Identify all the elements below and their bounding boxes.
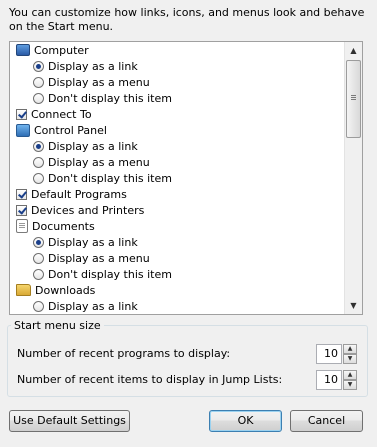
radio-button[interactable] (33, 60, 44, 72)
grip-icon (351, 95, 356, 96)
radio-button[interactable] (33, 140, 44, 152)
jump-list-down-arrow-icon[interactable]: ▼ (343, 380, 357, 390)
jump-list-row: Number of recent items to display in Jum… (17, 370, 357, 390)
list-rows: Computer Display as a link Display as a me… (10, 42, 345, 314)
item-label: Display as a menu (48, 251, 150, 265)
item-label: Display as a link (48, 59, 138, 73)
scroll-up-button[interactable]: ▲ (345, 42, 362, 59)
radio-button[interactable] (33, 156, 44, 168)
list-category[interactable]: Documents (10, 218, 345, 234)
checkbox[interactable] (16, 204, 27, 216)
item-label: Display as a link (48, 139, 138, 153)
list-radio-option[interactable]: Display as a menu (10, 250, 345, 266)
checkbox[interactable] (16, 108, 27, 120)
item-label: Display as a menu (48, 75, 150, 89)
list-radio-option[interactable]: Display as a menu (10, 154, 345, 170)
jump-list-label: Number of recent items to display in Jum… (17, 373, 283, 386)
item-label: Display as a link (48, 235, 138, 249)
computer-icon (16, 44, 30, 56)
item-label: Documents (32, 219, 95, 233)
control-panel-icon (16, 123, 30, 137)
recent-programs-label: Number of recent programs to display: (17, 347, 231, 360)
recent-programs-spinner: 10 ▲ ▼ (316, 344, 357, 364)
radio-button[interactable] (33, 76, 44, 88)
list-checkbox-item[interactable]: Connect To (10, 106, 345, 122)
checkbox[interactable] (16, 188, 27, 200)
group-title: Start menu size (11, 319, 104, 332)
documents-icon (16, 219, 28, 233)
list-checkbox-item[interactable]: Devices and Printers (10, 202, 345, 218)
list-radio-option[interactable]: Don't display this item (10, 266, 345, 282)
recent-programs-down-arrow-icon[interactable]: ▼ (343, 354, 357, 364)
item-label: Don't display this item (48, 267, 172, 281)
radio-button[interactable] (33, 268, 44, 280)
ok-button[interactable]: OK (209, 410, 282, 432)
item-label: Display as a link (48, 299, 138, 313)
radio-button[interactable] (33, 172, 44, 184)
item-label: Downloads (35, 283, 96, 297)
jump-list-up-arrow-icon[interactable]: ▲ (343, 370, 357, 380)
list-category[interactable]: Computer (10, 42, 345, 58)
list-radio-option[interactable]: Display as a link (10, 58, 345, 74)
item-label: Don't display this item (48, 91, 172, 105)
scroll-down-button[interactable]: ▼ (345, 297, 362, 314)
list-checkbox-item[interactable]: Default Programs (10, 186, 345, 202)
start-menu-size-group: Start menu size Number of recent program… (7, 319, 368, 397)
radio-button[interactable] (33, 300, 44, 312)
jump-list-spinner: 10 ▲ ▼ (316, 370, 357, 390)
item-label: Display as a menu (48, 155, 150, 169)
radio-button[interactable] (33, 236, 44, 248)
recent-programs-up-arrow-icon[interactable]: ▲ (343, 344, 357, 354)
item-label: Connect To (31, 107, 92, 121)
instruction-text: You can customize how links, icons, and … (9, 6, 365, 33)
list-category[interactable]: Downloads (10, 282, 345, 298)
vertical-scrollbar[interactable]: ▲ ▼ (344, 42, 362, 314)
scroll-thumb[interactable] (346, 60, 361, 138)
item-label: Don't display this item (48, 171, 172, 185)
radio-button[interactable] (33, 92, 44, 104)
list-radio-option[interactable]: Don't display this item (10, 170, 345, 186)
list-radio-option[interactable]: Display as a link (10, 298, 345, 314)
list-radio-option[interactable]: Display as a link (10, 234, 345, 250)
item-label: Control Panel (34, 123, 107, 137)
item-label: Computer (34, 43, 89, 57)
list-category[interactable]: Control Panel (10, 122, 345, 138)
recent-programs-input[interactable]: 10 (316, 344, 342, 364)
item-label: Default Programs (31, 187, 127, 201)
item-label: Devices and Printers (31, 203, 145, 217)
downloads-folder-icon (16, 284, 31, 296)
list-radio-option[interactable]: Display as a menu (10, 74, 345, 90)
jump-list-input[interactable]: 10 (316, 370, 342, 390)
recent-programs-row: Number of recent programs to display: 10… (17, 344, 357, 364)
list-radio-option[interactable]: Don't display this item (10, 90, 345, 106)
radio-button[interactable] (33, 252, 44, 264)
start-menu-items-list[interactable]: Computer Display as a link Display as a me… (9, 41, 363, 315)
use-default-settings-button[interactable]: Use Default Settings (9, 410, 130, 432)
list-radio-option[interactable]: Display as a link (10, 138, 345, 154)
cancel-button[interactable]: Cancel (290, 410, 363, 432)
